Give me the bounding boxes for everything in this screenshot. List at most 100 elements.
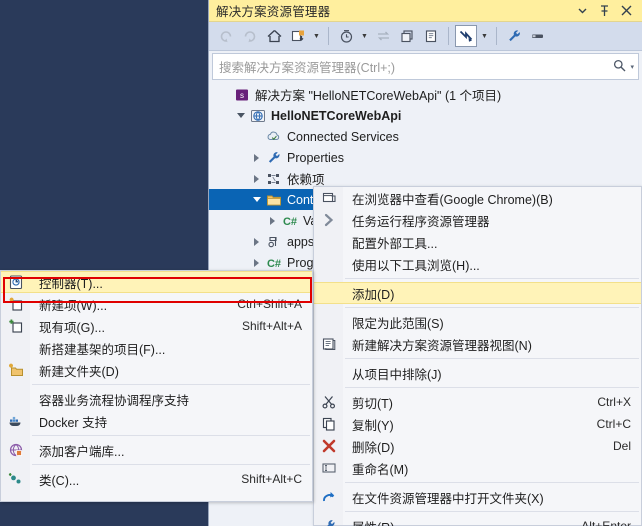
tree-row[interactable]: HelloNETCoreWebApi <box>209 105 642 126</box>
chevron-down-icon[interactable] <box>576 4 589 17</box>
menu-item[interactable]: 新搭建基架的项目(F)... <box>1 337 312 359</box>
menu-item[interactable]: 新建解决方案资源管理器视图(N) <box>314 333 641 355</box>
menu-item[interactable]: 使用以下工具浏览(H)... <box>314 253 641 275</box>
menu-item-shortcut: Shift+Alt+C <box>241 472 302 486</box>
client-library-icon <box>1 442 30 458</box>
search-input[interactable]: 搜索解决方案资源管理器(Ctrl+;) <box>219 57 613 76</box>
menu-separator <box>345 278 639 279</box>
toolbar-separator-3 <box>496 27 497 45</box>
menu-item-label: 添加客户端库... <box>39 444 125 459</box>
menu-item-shortcut: Alt+Enter <box>581 519 631 526</box>
window-buttons <box>576 4 638 17</box>
refresh-icon[interactable] <box>372 25 394 47</box>
wrench-icon[interactable] <box>503 25 525 47</box>
delete-x-icon <box>314 438 343 454</box>
menu-item-label: 配置外部工具... <box>352 236 438 251</box>
csharp-file-icon: C# <box>264 255 283 271</box>
connected-services-icon <box>264 129 283 145</box>
pending-changes-filter-icon[interactable] <box>335 25 357 47</box>
tree-item-label: 解决方案 "HelloNETCoreWebApi" (1 个项目) <box>255 89 502 103</box>
solution-icon: s <box>232 87 251 103</box>
tree-item-label: HelloNETCoreWebApi <box>271 108 402 123</box>
menu-separator <box>32 464 310 465</box>
window-title-bar: 解决方案资源管理器 <box>209 0 642 22</box>
docker-icon <box>1 413 30 429</box>
menu-item[interactable]: 新建文件夹(D) <box>1 359 312 381</box>
menu-item-shortcut: Shift+Alt+A <box>241 319 302 333</box>
menu-item[interactable]: 添加(D) <box>314 282 641 304</box>
tree-expander-open-icon[interactable] <box>249 197 264 202</box>
sync-with-active-document-icon[interactable] <box>287 25 309 47</box>
menu-item[interactable]: 现有项(G)... Shift+Alt+A <box>1 315 312 337</box>
home-icon[interactable] <box>263 25 285 47</box>
menu-item-label: 剪切(T) <box>352 396 393 411</box>
menu-item-label: 类(C)... <box>39 473 80 488</box>
menu-item[interactable]: 添加客户端库... <box>1 439 312 461</box>
tree-expander-closed-icon[interactable] <box>249 237 264 246</box>
menu-item[interactable]: 复制(Y) Ctrl+C <box>314 413 641 435</box>
context-menu: 在浏览器中查看(Google Chrome)(B) 任务运行程序资源管理器 配置外部… <box>313 186 642 526</box>
forward-icon[interactable] <box>239 25 261 47</box>
menu-item[interactable]: Docker 支持 <box>1 410 312 432</box>
wrench-icon <box>314 518 343 526</box>
tree-expander-closed-icon[interactable] <box>249 258 264 267</box>
menu-item-label: 容器业务流程协调程序支持 <box>39 393 190 408</box>
menu-item[interactable]: 类(C)... Shift+Alt+C <box>1 468 312 490</box>
tree-item-label: Connected Services <box>287 129 399 144</box>
dependencies-icon <box>264 171 283 187</box>
toolbar-separator <box>328 27 329 45</box>
menu-item[interactable]: 配置外部工具... <box>314 231 641 253</box>
tree-row[interactable]: s 解决方案 "HelloNETCoreWebApi" (1 个项目) <box>209 84 642 105</box>
menu-item-shortcut: Del <box>612 439 631 453</box>
close-icon[interactable] <box>620 4 633 17</box>
context-menu-items: 在浏览器中查看(Google Chrome)(B) 任务运行程序资源管理器 配置外部… <box>314 187 641 526</box>
properties-dropdown-arrow-icon[interactable]: ▼ <box>479 25 490 47</box>
tree-row[interactable]: Connected Services <box>209 126 642 147</box>
menu-item[interactable]: 在浏览器中查看(Google Chrome)(B) <box>314 187 641 209</box>
menu-item-shortcut: Ctrl+C <box>596 417 631 431</box>
tree-item-label: Properties <box>287 150 344 165</box>
solution-explorer-toolbar: ▼ ▼ ▼ <box>209 22 642 51</box>
menu-item[interactable]: 剪切(T) Ctrl+X <box>314 391 641 413</box>
menu-item-label: 任务运行程序资源管理器 <box>352 214 490 229</box>
show-all-files-icon[interactable] <box>420 25 442 47</box>
menu-item[interactable]: 控制器(T)... <box>1 271 312 293</box>
menu-item-label: 添加(D) <box>352 287 395 302</box>
tree-row[interactable]: Properties <box>209 147 642 168</box>
menu-item-label: 复制(Y) <box>352 418 394 433</box>
controller-icon <box>1 274 30 290</box>
filter-dropdown-arrow-icon[interactable]: ▼ <box>359 25 370 47</box>
search-box[interactable]: 搜索解决方案资源管理器(Ctrl+;) ▾ <box>212 53 639 80</box>
menu-separator <box>345 387 639 388</box>
menu-item[interactable]: 在文件资源管理器中打开文件夹(X) <box>314 486 641 508</box>
menu-separator <box>345 307 639 308</box>
menu-item[interactable]: 限定为此范围(S) <box>314 311 641 333</box>
search-dropdown-arrow-icon[interactable]: ▾ <box>630 63 634 71</box>
preview-selected-items-icon[interactable] <box>527 25 549 47</box>
menu-separator <box>32 384 310 385</box>
menu-item[interactable]: 从项目中排除(J) <box>314 362 641 384</box>
menu-item[interactable]: 重命名(M) <box>314 457 641 479</box>
sync-dropdown-arrow-icon[interactable]: ▼ <box>311 25 322 47</box>
menu-item[interactable]: 容器业务流程协调程序支持 <box>1 388 312 410</box>
menu-item[interactable]: 属性(R)Alt+Enter <box>314 515 641 526</box>
tree-expander-open-icon[interactable] <box>233 113 248 118</box>
tree-expander-closed-icon[interactable] <box>265 216 280 225</box>
back-icon[interactable] <box>215 25 237 47</box>
properties-icon[interactable] <box>455 25 477 47</box>
collapse-all-icon[interactable] <box>396 25 418 47</box>
menu-item-shortcut: Ctrl+Shift+A <box>237 297 302 311</box>
search-icon[interactable] <box>613 59 626 75</box>
menu-item[interactable]: 任务运行程序资源管理器 <box>314 209 641 231</box>
toolbar-separator-2 <box>448 27 449 45</box>
pin-icon[interactable] <box>598 4 611 17</box>
menu-item[interactable]: 删除(D) Del <box>314 435 641 457</box>
menu-item-label: 新建项(W)... <box>39 298 108 313</box>
tree-expander-closed-icon[interactable] <box>249 153 264 162</box>
menu-item[interactable]: 新建项(W)... Ctrl+Shift+A <box>1 293 312 315</box>
menu-item-label: 控制器(T)... <box>39 276 103 291</box>
svg-text:s: s <box>240 91 244 100</box>
svg-text:C#: C# <box>282 216 296 228</box>
tree-expander-closed-icon[interactable] <box>249 174 264 183</box>
wrench-icon <box>264 150 283 166</box>
